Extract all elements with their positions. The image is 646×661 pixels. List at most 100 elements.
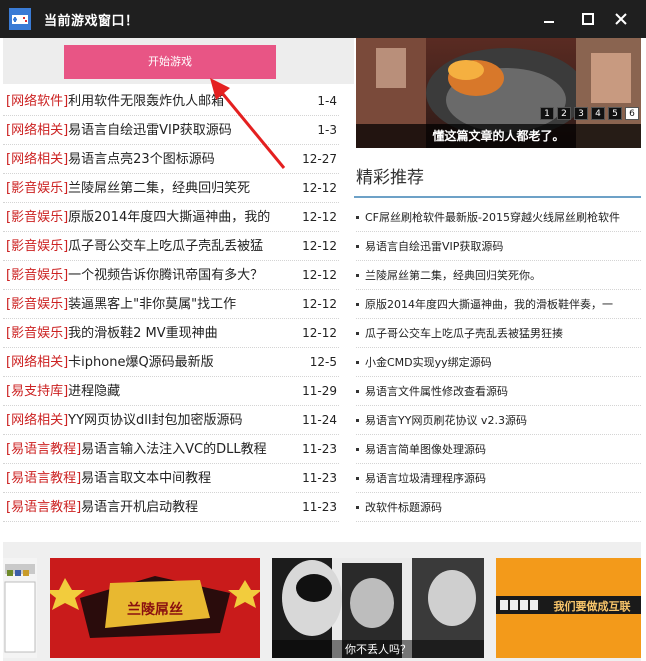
news-title[interactable]: 原版2014年度四大撕逼神曲，我的 <box>68 210 270 225</box>
news-tag[interactable]: [影音娱乐] <box>6 326 68 341</box>
news-date: 12-12 <box>302 268 337 282</box>
recommend-item[interactable]: 易语言自绘迅雷VIP获取源码 <box>356 232 641 261</box>
recommend-item[interactable]: 易语言YY网页刷花协议 v2.3源码 <box>356 406 641 435</box>
news-title[interactable]: 装逼黑客上"非你莫属"找工作 <box>68 297 236 312</box>
recommend-item-label[interactable]: 易语言文件属性修改查看源码 <box>365 377 508 405</box>
news-title[interactable]: 进程隐藏 <box>68 384 120 399</box>
start-game-button[interactable]: 开始游戏 <box>64 45 276 79</box>
recommend-item-label[interactable]: 原版2014年度四大撕逼神曲，我的滑板鞋伴奏，一 <box>365 290 613 318</box>
thumbnail-2[interactable]: 兰陵屌丝 <box>50 558 260 658</box>
recommend-item-label[interactable]: 易语言自绘迅雷VIP获取源码 <box>365 232 503 260</box>
recommend-item[interactable]: 瓜子哥公交车上吃瓜子壳乱丢被猛男狂揍 <box>356 319 641 348</box>
news-title[interactable]: 利用软件无限轰炸仇人邮箱 <box>68 94 224 109</box>
news-tag[interactable]: [影音娱乐] <box>6 181 68 196</box>
bullet-icon <box>356 448 359 451</box>
recommend-item-label[interactable]: 小金CMD实现yy绑定源码 <box>365 348 492 376</box>
pager-dot[interactable]: 3 <box>574 107 588 120</box>
recommend-item[interactable]: 小金CMD实现yy绑定源码 <box>356 348 641 377</box>
pager-dot[interactable]: 5 <box>608 107 622 120</box>
news-title[interactable]: 我的滑板鞋2 MV重现神曲 <box>68 326 218 341</box>
news-text: [易语言教程]易语言取文本中间教程 <box>6 464 281 493</box>
news-title[interactable]: 易语言取文本中间教程 <box>81 471 211 486</box>
news-row[interactable]: [影音娱乐]兰陵屌丝第二集，经典回归笑死 12-12 <box>3 174 339 203</box>
pager-dot[interactable]: 1 <box>540 107 554 120</box>
recommend-item-label[interactable]: 兰陵屌丝第二集，经典回归笑死你。 <box>365 261 541 289</box>
news-title[interactable]: 易语言输入法注入VC的DLL教程 <box>81 442 266 457</box>
pager-dot[interactable]: 2 <box>557 107 571 120</box>
news-tag[interactable]: [网络相关] <box>6 355 68 370</box>
news-date: 11-23 <box>302 442 337 456</box>
pager-dot[interactable]: 6 <box>625 107 639 120</box>
bullet-icon <box>356 477 359 480</box>
news-tag[interactable]: [网络相关] <box>6 413 68 428</box>
news-tag[interactable]: [影音娱乐] <box>6 239 68 254</box>
news-tag[interactable]: [影音娱乐] <box>6 297 68 312</box>
news-row[interactable]: [影音娱乐]一个视频告诉你腾讯帝国有多大？ 12-12 <box>3 261 339 290</box>
recommend-item[interactable]: 兰陵屌丝第二集，经典回归笑死你。 <box>356 261 641 290</box>
news-tag[interactable]: [影音娱乐] <box>6 210 68 225</box>
news-row[interactable]: [易语言教程]易语言开机启动教程 11-23 <box>3 493 339 522</box>
news-date: 12-12 <box>302 297 337 311</box>
recommend-item-label[interactable]: 易语言简单图像处理源码 <box>365 435 486 463</box>
news-tag[interactable]: [易语言教程] <box>6 500 81 515</box>
recommend-item[interactable]: 改软件标题源码 <box>356 493 641 522</box>
news-title[interactable]: 瓜子哥公交车上吃瓜子壳乱丢被猛 <box>68 239 263 254</box>
news-text: [网络相关]易语言点亮23个图标源码 <box>6 145 281 174</box>
title-bar: 当前游戏窗口！ <box>0 0 646 38</box>
news-date: 11-29 <box>302 384 337 398</box>
news-row[interactable]: [易支持库]进程隐藏 11-29 <box>3 377 339 406</box>
recommend-item-label[interactable]: 改软件标题源码 <box>365 493 442 521</box>
news-row[interactable]: [网络相关]易语言自绘迅雷VIP获取源码 1-3 <box>3 116 339 145</box>
news-row[interactable]: [网络相关]YY网页协议dll封包加密版源码 11-24 <box>3 406 339 435</box>
news-row[interactable]: [易语言教程]易语言输入法注入VC的DLL教程 11-23 <box>3 435 339 464</box>
news-date: 11-24 <box>302 413 337 427</box>
news-row[interactable]: [影音娱乐]原版2014年度四大撕逼神曲，我的 12-12 <box>3 203 339 232</box>
news-title[interactable]: 易语言开机启动教程 <box>81 500 198 515</box>
news-title[interactable]: YY网页协议dll封包加密版源码 <box>68 413 242 428</box>
news-row[interactable]: [网络相关]卡iphone爆Q源码最新版 12-5 <box>3 348 339 377</box>
recommend-item-label[interactable]: 易语言垃圾清理程序源码 <box>365 464 486 492</box>
recommend-item-label[interactable]: CF屌丝刷枪软件最新版-2015穿越火线屌丝刷枪软件 <box>365 203 620 231</box>
bullet-icon <box>356 274 359 277</box>
minimize-icon[interactable] <box>538 9 560 29</box>
news-title[interactable]: 一个视频告诉你腾讯帝国有多大？ <box>68 268 263 283</box>
news-row[interactable]: [影音娱乐]我的滑板鞋2 MV重现神曲 12-12 <box>3 319 339 348</box>
news-tag[interactable]: [易支持库] <box>6 384 68 399</box>
recommend-list: CF屌丝刷枪软件最新版-2015穿越火线屌丝刷枪软件 易语言自绘迅雷VIP获取源码… <box>356 203 641 522</box>
news-text: [易语言教程]易语言输入法注入VC的DLL教程 <box>6 435 281 464</box>
thumbnail-3[interactable]: 你不丢人吗？ <box>272 558 484 658</box>
news-tag[interactable]: [易语言教程] <box>6 442 81 457</box>
banner-caption[interactable]: 懂这篇文章的人都老了。 <box>356 124 641 148</box>
pager-dot[interactable]: 4 <box>591 107 605 120</box>
news-title[interactable]: 兰陵屌丝第二集，经典回归笑死 <box>68 181 250 196</box>
news-title[interactable]: 卡iphone爆Q源码最新版 <box>68 355 214 370</box>
recommend-item-label[interactable]: 易语言YY网页刷花协议 v2.3源码 <box>365 406 527 434</box>
thumbnail-4[interactable]: 我们要做成互联 <box>496 558 641 658</box>
news-row[interactable]: [易语言教程]易语言取文本中间教程 11-23 <box>3 464 339 493</box>
news-row[interactable]: [网络软件]利用软件无限轰炸仇人邮箱 1-4 <box>3 87 339 116</box>
recommend-item[interactable]: CF屌丝刷枪软件最新版-2015穿越火线屌丝刷枪软件 <box>356 203 641 232</box>
news-tag[interactable]: [易语言教程] <box>6 471 81 486</box>
maximize-icon[interactable] <box>577 9 599 29</box>
recommend-item[interactable]: 易语言文件属性修改查看源码 <box>356 377 641 406</box>
news-row[interactable]: [网络相关]易语言点亮23个图标源码 12-27 <box>3 145 339 174</box>
close-icon[interactable] <box>610 9 632 29</box>
news-title[interactable]: 易语言点亮23个图标源码 <box>68 152 215 167</box>
news-tag[interactable]: [影音娱乐] <box>6 268 68 283</box>
thumbnail-1[interactable] <box>3 558 37 658</box>
recommend-item[interactable]: 易语言垃圾清理程序源码 <box>356 464 641 493</box>
news-row[interactable]: [影音娱乐]装逼黑客上"非你莫属"找工作 12-12 <box>3 290 339 319</box>
news-tag[interactable]: [网络相关] <box>6 123 68 138</box>
news-tag[interactable]: [网络相关] <box>6 152 68 167</box>
thumbnail-2-text: 兰陵屌丝 <box>127 601 183 618</box>
news-text: [影音娱乐]兰陵屌丝第二集，经典回归笑死 <box>6 174 281 203</box>
news-tag[interactable]: [网络软件] <box>6 94 68 109</box>
news-row[interactable]: [影音娱乐]瓜子哥公交车上吃瓜子壳乱丢被猛 12-12 <box>3 232 339 261</box>
news-title[interactable]: 易语言自绘迅雷VIP获取源码 <box>68 123 232 138</box>
section-title: 精彩推荐 <box>356 168 424 188</box>
recommend-item[interactable]: 原版2014年度四大撕逼神曲，我的滑板鞋伴奏，一 <box>356 290 641 319</box>
banner-image[interactable]: 123456 懂这篇文章的人都老了。 <box>356 38 641 148</box>
recommend-item-label[interactable]: 瓜子哥公交车上吃瓜子壳乱丢被猛男狂揍 <box>365 319 563 347</box>
news-text: [影音娱乐]装逼黑客上"非你莫属"找工作 <box>6 290 281 319</box>
recommend-item[interactable]: 易语言简单图像处理源码 <box>356 435 641 464</box>
